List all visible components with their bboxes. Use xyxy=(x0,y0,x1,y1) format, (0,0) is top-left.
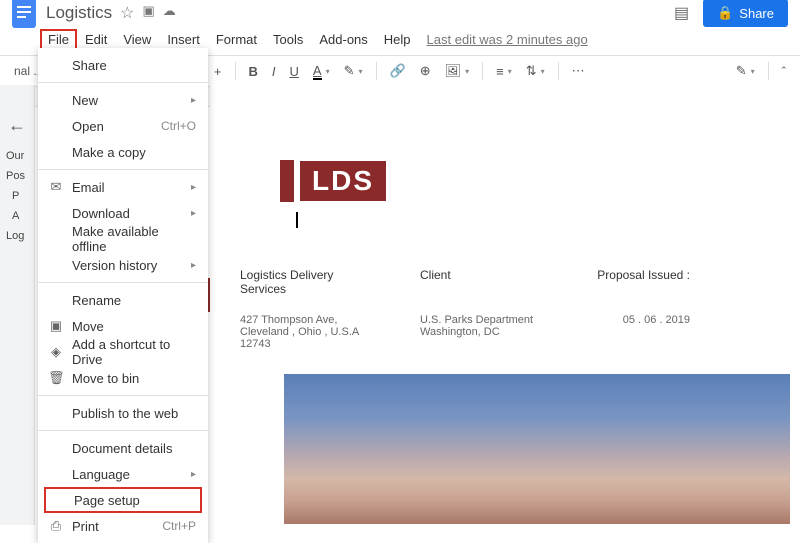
logo-text: LDS xyxy=(300,161,386,201)
back-arrow-icon[interactable]: ← xyxy=(0,115,34,136)
highlight-icon[interactable]: ✎ xyxy=(340,61,367,81)
outline-panel: ← Our Pos P A Log xyxy=(0,85,35,525)
menu-email[interactable]: ✉Email▸ xyxy=(38,174,208,200)
menu-insert[interactable]: Insert xyxy=(159,29,208,50)
image-icon[interactable]: 🖼 xyxy=(441,61,474,81)
chevron-right-icon: ▸ xyxy=(191,95,196,106)
share-button[interactable]: 🔒 Share xyxy=(703,0,788,27)
lock-icon: 🔒 xyxy=(717,5,733,21)
underline-icon[interactable]: U xyxy=(286,62,303,81)
move-folder-icon[interactable]: ▣ xyxy=(142,3,154,23)
comment-icon[interactable]: ▤ xyxy=(674,3,689,23)
increase-font-icon[interactable]: + xyxy=(210,62,226,81)
collapse-icon[interactable]: ˆ xyxy=(778,62,790,81)
value-client: U.S. Parks Department Washington, DC xyxy=(400,314,560,350)
link-icon[interactable]: 🔗 xyxy=(386,61,410,81)
outline-item[interactable]: Pos xyxy=(0,166,34,186)
outline-item[interactable]: A xyxy=(0,206,34,226)
menu-make-copy[interactable]: Make a copy xyxy=(38,139,208,165)
cloud-icon[interactable]: ☁ xyxy=(163,3,176,23)
docs-icon[interactable] xyxy=(12,0,36,28)
trash-icon: 🗑 xyxy=(48,370,64,386)
menu-publish[interactable]: Publish to the web xyxy=(38,400,208,426)
menu-edit[interactable]: Edit xyxy=(77,29,115,50)
menu-help[interactable]: Help xyxy=(376,29,419,50)
menu-view[interactable]: View xyxy=(115,29,159,50)
italic-icon[interactable]: I xyxy=(268,62,280,81)
document-canvas[interactable]: LDS Logistics Delivery Services Client P… xyxy=(210,85,800,350)
menu-print[interactable]: ⎙PrintCtrl+P xyxy=(38,513,208,539)
menu-share[interactable]: Share xyxy=(38,52,208,78)
outline-item[interactable]: P xyxy=(0,186,34,206)
editing-mode-icon[interactable]: ✎ xyxy=(732,61,759,81)
menu-version-history[interactable]: Version history▸ xyxy=(38,252,208,278)
print-icon: ⎙ xyxy=(48,518,64,534)
align-icon[interactable]: ≡ xyxy=(492,62,516,81)
menu-offline[interactable]: Make available offline xyxy=(38,226,208,252)
outline-item[interactable]: Our xyxy=(0,146,34,166)
text-color-icon[interactable]: A xyxy=(309,61,334,82)
last-edit-link[interactable]: Last edit was 2 minutes ago xyxy=(427,32,588,47)
menu-tools[interactable]: Tools xyxy=(265,29,311,50)
value-address: 427 Thompson Ave, Cleveland , Ohio , U.S… xyxy=(220,314,400,350)
shortcut-icon: ◈ xyxy=(48,344,64,360)
menu-move-bin[interactable]: 🗑Move to bin xyxy=(38,365,208,391)
menu-file[interactable]: File xyxy=(40,29,77,50)
line-spacing-icon[interactable]: ⇅ xyxy=(522,61,549,81)
menu-doc-details[interactable]: Document details xyxy=(38,435,208,461)
text-cursor xyxy=(296,212,298,228)
star-icon[interactable]: ☆ xyxy=(120,3,134,23)
document-hero-image xyxy=(284,374,790,524)
menu-format[interactable]: Format xyxy=(208,29,265,50)
menu-rename[interactable]: Rename xyxy=(38,287,208,313)
comment-add-icon[interactable]: ⊕ xyxy=(416,61,435,81)
more-icon[interactable]: ⋯ xyxy=(568,61,589,81)
folder-icon: ▣ xyxy=(48,318,64,334)
bold-icon[interactable]: B xyxy=(245,62,262,81)
value-date: 05 . 06 . 2019 xyxy=(560,314,710,350)
logo-bar xyxy=(280,160,294,202)
header-company: Logistics Delivery Services xyxy=(220,268,400,296)
menu-add-shortcut[interactable]: ◈Add a shortcut to Drive xyxy=(38,339,208,365)
gmail-icon: ✉ xyxy=(48,179,64,195)
menu-language[interactable]: Language▸ xyxy=(38,461,208,487)
doc-title[interactable]: Logistics xyxy=(46,3,112,23)
file-menu-dropdown: Share New▸ OpenCtrl+O Make a copy ✉Email… xyxy=(38,48,208,543)
menu-open[interactable]: OpenCtrl+O xyxy=(38,113,208,139)
menu-addons[interactable]: Add-ons xyxy=(311,29,375,50)
header-client: Client xyxy=(400,268,560,296)
menu-download[interactable]: Download▸ xyxy=(38,200,208,226)
menu-new[interactable]: New▸ xyxy=(38,87,208,113)
menu-page-setup[interactable]: Page setup xyxy=(44,487,202,513)
header-proposal: Proposal Issued : xyxy=(560,268,710,296)
outline-item[interactable]: Log xyxy=(0,226,34,246)
menu-move[interactable]: ▣Move xyxy=(38,313,208,339)
